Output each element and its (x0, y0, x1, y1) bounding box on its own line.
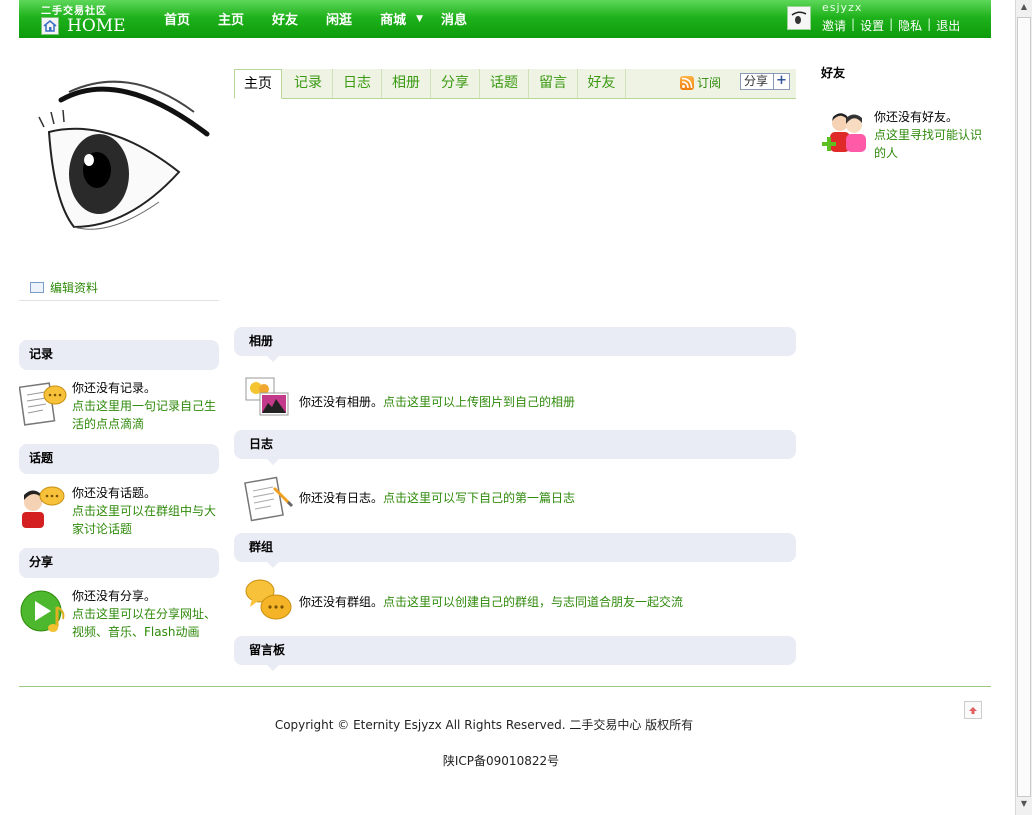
logo-title: 二手交易社区 (41, 6, 107, 17)
records-box-title: 记录 (19, 340, 219, 370)
divider: | (889, 17, 894, 31)
subscribe-link[interactable]: 订阅 (680, 74, 721, 91)
groups-empty-text: 你还没有群组。 (299, 595, 384, 609)
plus-icon: + (773, 74, 789, 89)
nav-item-messages[interactable]: 消息 (441, 9, 467, 28)
tab-records[interactable]: 记录 (284, 69, 333, 98)
settings-link[interactable]: 设置 (860, 17, 884, 34)
chat-bubbles-icon (244, 577, 294, 627)
share-box-title: 分享 (19, 548, 219, 578)
album-section: 你还没有相册。点击这里可以上传图片到自己的相册 (244, 377, 784, 427)
tab-album[interactable]: 相册 (382, 69, 431, 98)
album-empty-text: 你还没有相册。 (299, 395, 384, 409)
photo-album-icon (244, 377, 294, 427)
friends-empty-text: 你还没有好友。 (874, 110, 959, 124)
edit-profile-label[interactable]: 编辑资料 (50, 279, 98, 296)
tab-home[interactable]: 主页 (234, 69, 282, 99)
blog-section: 你还没有日志。点击这里可以写下自己的第一篇日志 (244, 474, 784, 524)
records-empty-text: 你还没有记录。 (72, 381, 157, 395)
topics-create-link[interactable]: 点击这里可以在群组中与大家讨论话题 (72, 504, 216, 536)
nav-item-friends[interactable]: 好友 (272, 9, 298, 28)
profile-avatar[interactable] (19, 62, 219, 257)
tab-friends[interactable]: 好友 (578, 69, 626, 98)
tab-share[interactable]: 分享 (431, 69, 480, 98)
username[interactable]: esjyzx (822, 1, 862, 14)
divider: | (851, 17, 856, 31)
user-links: 邀请 | 设置 | 隐私 | 退出 (822, 17, 960, 34)
blog-section-label: 日志 (249, 437, 274, 451)
blog-section-title: 日志 (234, 430, 796, 465)
chevron-down-icon[interactable]: ▼ (416, 14, 423, 24)
tab-messages[interactable]: 留言 (529, 69, 578, 98)
tab-topics[interactable]: 话题 (480, 69, 529, 98)
divider: | (927, 17, 932, 31)
album-section-label: 相册 (249, 334, 274, 348)
notepad-speech-icon (18, 379, 67, 429)
media-play-icon (19, 587, 67, 637)
blog-write-link[interactable]: 点击这里可以写下自己的第一篇日志 (383, 491, 575, 505)
main-nav: 首页 主页 好友 闲逛 商城 ▼ 消息 (164, 0, 495, 36)
footer-divider (19, 686, 991, 687)
tab-blog[interactable]: 日志 (333, 69, 382, 98)
add-friend-icon (820, 108, 870, 160)
nav-item-mall[interactable]: 商城 (380, 9, 406, 28)
home-icon (41, 17, 59, 35)
friends-title: 好友 (821, 66, 846, 80)
groups-section-label: 群组 (249, 540, 274, 554)
nav-item-browse[interactable]: 闲逛 (326, 9, 352, 28)
page-scrollbar[interactable]: ▲ ▼ (1015, 0, 1032, 815)
divider (19, 300, 219, 301)
share-empty-text: 你还没有分享。 (72, 589, 157, 603)
topics-empty-text: 你还没有话题。 (72, 486, 157, 500)
groups-section: 你还没有群组。点击这里可以创建自己的群组，与志同道合朋友一起交流 (244, 577, 784, 627)
share-box: 你还没有分享。 点击这里可以在分享网址、视频、音乐、Flash动画 (19, 587, 219, 639)
logout-link[interactable]: 退出 (936, 17, 960, 34)
subscribe-label: 订阅 (697, 76, 722, 90)
topics-box-title: 话题 (19, 444, 219, 474)
share-button[interactable]: 分享 + (740, 73, 790, 90)
blog-notepad-icon (244, 474, 294, 524)
edit-profile-link[interactable]: 编辑资料 (30, 279, 98, 296)
topics-box: 你还没有话题。 点击这里可以在群组中与大家讨论话题 (19, 484, 219, 536)
scroll-down-icon[interactable]: ▼ (1018, 799, 1030, 813)
groups-create-link[interactable]: 点击这里可以创建自己的群组，与志同道合朋友一起交流 (383, 595, 683, 609)
blog-empty-text: 你还没有日志。 (299, 491, 384, 505)
guestbook-section-title: 留言板 (234, 636, 796, 671)
logo-home-text: HOME (67, 16, 126, 36)
nav-item-home[interactable]: 主页 (218, 9, 244, 28)
album-section-title: 相册 (234, 327, 796, 362)
share-create-link[interactable]: 点击这里可以在分享网址、视频、音乐、Flash动画 (72, 607, 216, 639)
records-create-link[interactable]: 点击这里用一句记录自己生活的点点滴滴 (72, 399, 216, 431)
user-avatar[interactable] (787, 6, 811, 30)
find-friends-link[interactable]: 点这里寻找可能认识的人 (874, 128, 982, 160)
records-box: 你还没有记录。 点击这里用一句记录自己生活的点点滴滴 (18, 379, 219, 431)
profile-card-icon (30, 282, 44, 293)
groups-section-title: 群组 (234, 533, 796, 568)
scroll-up-icon[interactable]: ▲ (1018, 2, 1030, 16)
site-logo[interactable]: 二手交易社区 HOME (39, 2, 149, 36)
person-chat-icon (19, 484, 67, 534)
top-bar: 二手交易社区 HOME 首页 主页 好友 闲逛 商城 ▼ 消息 esjyzx 邀… (19, 0, 991, 38)
copyright-text: Copyright © Eternity Esjyzx All Rights R… (274, 718, 694, 732)
friends-box: 你还没有好友。 点这里寻找可能认识的人 (874, 108, 984, 162)
icp-license-text: 陕ICP备09010822号 (442, 754, 560, 768)
scrollbar-thumb[interactable] (1017, 17, 1031, 797)
nav-item-index[interactable]: 首页 (164, 9, 190, 28)
guestbook-section-label: 留言板 (249, 643, 286, 657)
album-upload-link[interactable]: 点击这里可以上传图片到自己的相册 (383, 395, 575, 409)
privacy-link[interactable]: 隐私 (898, 17, 922, 34)
share-button-label: 分享 (744, 74, 769, 88)
rss-icon (680, 75, 694, 90)
invite-link[interactable]: 邀请 (822, 17, 846, 34)
